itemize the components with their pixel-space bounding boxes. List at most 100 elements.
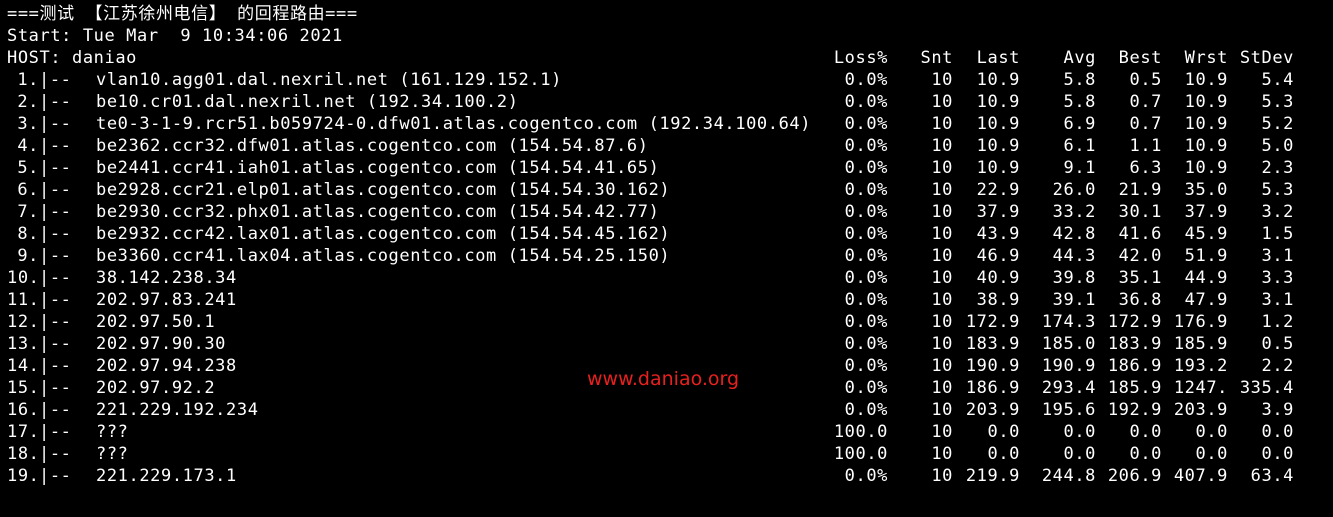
- hop-stdev: 1.5: [1261, 224, 1294, 244]
- hop-wrst: 0.0: [1195, 422, 1228, 442]
- hop-separator: |--: [39, 202, 72, 222]
- hop-snt: 10: [931, 202, 953, 222]
- hop-best: 36.8: [1118, 290, 1162, 310]
- hop-separator: |--: [39, 334, 72, 354]
- hop-row: 7. |-- be2930.ccr32.phx01.atlas.cogentco.c…: [0, 201, 1333, 223]
- hop-host: be3360.ccr41.lax04.atlas.cogentco.com (1…: [96, 246, 671, 266]
- hop-snt: 10: [931, 268, 953, 288]
- hop-best: 206.9: [1107, 466, 1162, 486]
- hop-snt: 10: [931, 356, 953, 376]
- hop-loss: 0.0%: [844, 158, 888, 178]
- hop-last: 46.9: [976, 246, 1020, 266]
- hop-best: 183.9: [1107, 334, 1162, 354]
- hop-row: 17. |--??? 100.0 10 0.0 0.0 0.0 0.0 0.0: [0, 421, 1333, 443]
- hop-avg: 33.2: [1052, 202, 1096, 222]
- hop-host: vlan10.agg01.dal.nexril.net (161.129.152…: [96, 70, 562, 90]
- hop-wrst: 10.9: [1184, 136, 1228, 156]
- hop-host: be2932.ccr42.lax01.atlas.cogentco.com (1…: [96, 224, 671, 244]
- hop-number: 11.: [7, 290, 40, 310]
- hop-snt: 10: [931, 246, 953, 266]
- header-avg: Avg: [1063, 48, 1096, 68]
- hop-last: 0.0: [987, 444, 1020, 464]
- hop-loss: 0.0%: [844, 290, 888, 310]
- hop-avg: 6.1: [1063, 136, 1096, 156]
- hop-wrst: 47.9: [1184, 290, 1228, 310]
- hop-loss: 0.0%: [844, 356, 888, 376]
- header-snt: Snt: [920, 48, 953, 68]
- hop-loss: 0.0%: [844, 334, 888, 354]
- hop-host: be2928.ccr21.elp01.atlas.cogentco.com (1…: [96, 180, 671, 200]
- hop-wrst: 10.9: [1184, 158, 1228, 178]
- hop-avg: 5.8: [1063, 92, 1096, 112]
- hop-avg: 190.9: [1041, 356, 1096, 376]
- hop-last: 37.9: [976, 202, 1020, 222]
- hop-avg: 39.8: [1052, 268, 1096, 288]
- hop-separator: |--: [39, 444, 72, 464]
- hop-wrst: 45.9: [1184, 224, 1228, 244]
- hop-host: 202.97.90.30: [96, 334, 227, 354]
- hop-snt: 10: [931, 444, 953, 464]
- hop-loss: 0.0%: [844, 114, 888, 134]
- hop-avg: 39.1: [1052, 290, 1096, 310]
- hop-number: 6.: [17, 180, 39, 200]
- hop-best: 1.1: [1129, 136, 1162, 156]
- hop-separator: |--: [39, 158, 72, 178]
- header-best: Best: [1118, 48, 1162, 68]
- hop-avg: 244.8: [1041, 466, 1096, 486]
- hop-best: 35.1: [1118, 268, 1162, 288]
- hop-number: 8.: [17, 224, 39, 244]
- hop-loss: 0.0%: [844, 246, 888, 266]
- hop-avg: 42.8: [1052, 224, 1096, 244]
- hop-last: 10.9: [976, 158, 1020, 178]
- hop-separator: |--: [39, 92, 72, 112]
- hop-number: 13.: [7, 334, 40, 354]
- hop-snt: 10: [931, 92, 953, 112]
- hop-best: 172.9: [1107, 312, 1162, 332]
- hop-loss: 0.0%: [844, 224, 888, 244]
- hop-row: 4. |-- be2362.ccr32.dfw01.atlas.cogentco.c…: [0, 135, 1333, 157]
- hop-stdev: 3.1: [1261, 290, 1294, 310]
- hop-stdev: 3.9: [1261, 400, 1294, 420]
- hop-snt: 10: [931, 158, 953, 178]
- hop-host: 221.229.192.234: [96, 400, 259, 420]
- hop-best: 186.9: [1107, 356, 1162, 376]
- hop-last: 22.9: [976, 180, 1020, 200]
- hop-avg: 293.4: [1041, 378, 1096, 398]
- hop-stdev: 0.5: [1261, 334, 1294, 354]
- hop-last: 10.9: [976, 114, 1020, 134]
- hop-stdev: 5.3: [1261, 180, 1294, 200]
- hop-last: 172.9: [965, 312, 1020, 332]
- hop-last: 10.9: [976, 136, 1020, 156]
- hop-avg: 174.3: [1041, 312, 1096, 332]
- hop-separator: |--: [39, 312, 72, 332]
- hop-wrst: 1247.: [1173, 378, 1228, 398]
- hop-row: 12. |-- 202.97.50.1 0.0% 10 172.9 174.3 172.9 17…: [0, 311, 1333, 333]
- hop-avg: 6.9: [1063, 114, 1096, 134]
- hop-stdev: 63.4: [1250, 466, 1294, 486]
- hop-separator: |--: [39, 70, 72, 90]
- hop-best: 30.1: [1118, 202, 1162, 222]
- hop-avg: 185.0: [1041, 334, 1096, 354]
- hop-snt: 10: [931, 180, 953, 200]
- hop-host: ???: [96, 444, 129, 464]
- hop-wrst: 51.9: [1184, 246, 1228, 266]
- hop-loss: 0.0%: [844, 378, 888, 398]
- hop-wrst: 176.9: [1173, 312, 1228, 332]
- hop-number: 19.: [7, 466, 40, 486]
- hop-host: be2930.ccr32.phx01.atlas.cogentco.com (1…: [96, 202, 660, 222]
- hop-loss: 100.0: [833, 444, 888, 464]
- hop-snt: 10: [931, 422, 953, 442]
- hop-separator: |--: [39, 400, 72, 420]
- header-stdev: StDev: [1239, 48, 1294, 68]
- hop-best: 0.5: [1129, 70, 1162, 90]
- hop-number: 5.: [17, 158, 39, 178]
- hop-number: 14.: [7, 356, 40, 376]
- hop-host: 38.142.238.34: [96, 268, 237, 288]
- hop-loss: 0.0%: [844, 92, 888, 112]
- hop-number: 17.: [7, 422, 40, 442]
- terminal-window: ===测试 【江苏徐州电信】 的回程路由=== Start: Tue Mar 9…: [0, 0, 1333, 517]
- hop-row: 2. |-- be10.cr01.dal.nexril.net (192.34.10…: [0, 91, 1333, 113]
- hop-avg: 0.0: [1063, 444, 1096, 464]
- hop-avg: 44.3: [1052, 246, 1096, 266]
- hop-wrst: 407.9: [1173, 466, 1228, 486]
